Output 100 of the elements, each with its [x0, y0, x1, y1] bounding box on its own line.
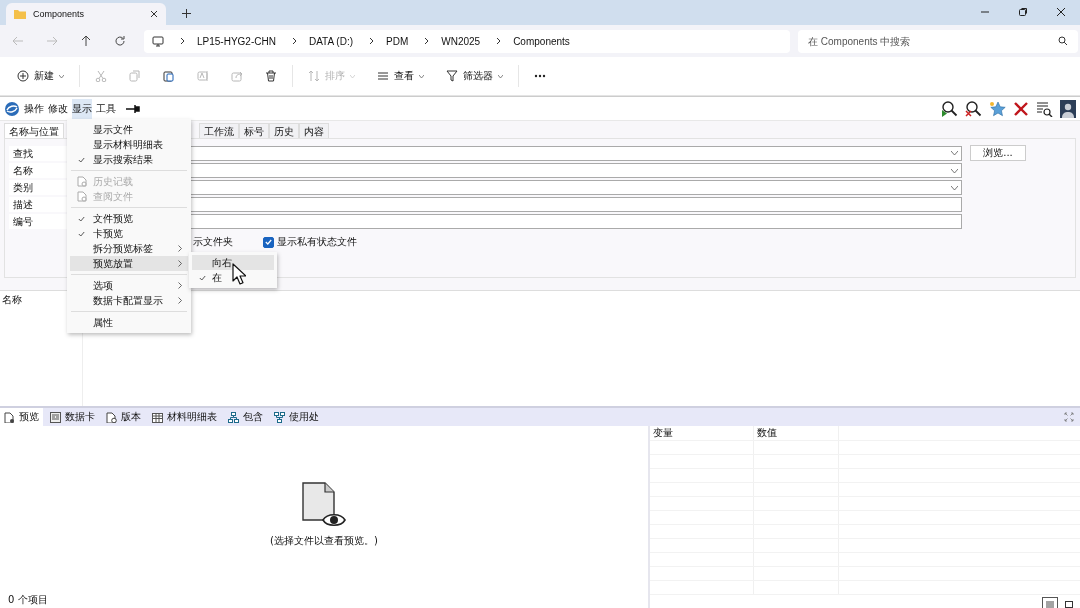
close-icon[interactable] — [1013, 100, 1029, 117]
document-icon — [76, 191, 87, 202]
checkmark-icon — [78, 215, 85, 222]
list-icon — [377, 70, 389, 82]
breadcrumb[interactable]: WN2025 — [441, 35, 481, 47]
caret-icon — [951, 185, 958, 190]
checkmark-icon — [198, 274, 206, 281]
menu-item[interactable]: 显示 — [72, 98, 92, 119]
avatar-icon[interactable] — [1060, 99, 1076, 118]
share-icon — [231, 70, 243, 82]
window-tab[interactable]: Components — [6, 3, 166, 25]
document-icon — [106, 411, 117, 423]
tab[interactable]: 历史 — [269, 123, 299, 138]
list-icon — [1045, 600, 1055, 608]
checkmark-icon — [78, 230, 85, 237]
checkbox-label: 显示私有状态文件 — [277, 235, 357, 249]
refresh-icon[interactable] — [114, 35, 126, 47]
address-field[interactable]: LP15-HYG2-CHN DATA (D:) PDM WN2025 Components — [144, 29, 790, 53]
document-icon — [76, 176, 87, 187]
menu-item[interactable]: 显示材料明细表 — [70, 137, 188, 152]
tab[interactable]: 包含 — [224, 408, 267, 426]
menu-item[interactable]: 向右 — [192, 255, 274, 270]
field-label: 类别 — [9, 180, 67, 195]
field-label: 描述 — [9, 197, 67, 212]
cursor-icon — [232, 263, 246, 285]
column-header: 变量 — [650, 426, 754, 440]
menu-item[interactable]: 选项 — [70, 278, 188, 293]
caret-icon — [951, 168, 958, 173]
tab[interactable]: 版本 — [102, 408, 145, 426]
menu-item[interactable]: 卡预览 — [70, 226, 188, 241]
browse-button[interactable]: 浏览... — [970, 145, 1026, 161]
menu-item[interactable]: 修改 — [48, 98, 68, 119]
document-eye-icon — [4, 411, 15, 423]
app-logo-icon — [4, 100, 20, 117]
chevron-icon — [496, 37, 502, 45]
field-label: 查找 — [9, 145, 67, 161]
menu-item[interactable]: 显示文件 — [70, 122, 188, 137]
tiles-view-button[interactable] — [1062, 598, 1076, 608]
menu-item[interactable]: 文件预览 — [70, 211, 188, 226]
star-icon[interactable] — [989, 100, 1006, 117]
tab[interactable]: 内容 — [299, 123, 329, 138]
computer-icon — [152, 35, 164, 47]
document-eye-icon — [301, 482, 347, 528]
checkmark-icon — [78, 156, 85, 163]
checkbox[interactable] — [263, 236, 274, 248]
trash-icon — [265, 70, 277, 82]
clipboard-icon — [163, 70, 175, 82]
folder-icon — [14, 9, 26, 19]
status-text: 0 个项目 — [8, 593, 48, 607]
tab[interactable]: 工作流 — [199, 123, 239, 138]
menu-item[interactable]: 属性 — [70, 315, 188, 330]
chevron-icon — [291, 37, 297, 45]
column-header: 名称 — [1, 293, 23, 307]
search-run-icon[interactable] — [941, 100, 958, 117]
tab[interactable]: 名称与位置 — [4, 123, 64, 138]
filter-button[interactable]: 筛选器 — [439, 65, 510, 87]
menu-item[interactable]: 数据卡配置显示 — [70, 293, 188, 308]
hierarchy-icon — [228, 411, 239, 423]
breadcrumb[interactable]: LP15-HYG2-CHN — [197, 35, 276, 47]
tab[interactable]: 数据卡 — [46, 408, 99, 426]
menu-item[interactable]: 拆分预览标签 — [70, 241, 188, 256]
new-button[interactable]: 新建 — [10, 65, 71, 87]
add-icon — [17, 70, 29, 82]
column-header: 数值 — [754, 426, 839, 440]
tab[interactable]: 使用处 — [270, 408, 323, 426]
breadcrumb[interactable]: DATA (D:) — [308, 35, 353, 47]
menu-item[interactable]: 显示搜索结果 — [70, 152, 188, 167]
tab[interactable]: 材料明细表 — [148, 408, 221, 426]
menu-item[interactable]: 预览放置 — [70, 256, 188, 271]
close-icon[interactable] — [150, 10, 158, 18]
up-icon[interactable] — [80, 35, 92, 47]
restore-icon[interactable] — [1018, 7, 1028, 17]
breadcrumb[interactable]: Components — [513, 35, 570, 47]
tab[interactable]: 标号 — [239, 123, 269, 138]
menu-item[interactable]: 在 — [192, 270, 274, 285]
table-icon — [152, 411, 163, 423]
menu-item[interactable]: 工具 — [96, 98, 116, 119]
card-icon — [50, 411, 61, 423]
hierarchy-icon — [274, 411, 285, 423]
copy-icon — [129, 70, 141, 82]
checkbox-label: 示文件夹 — [193, 235, 233, 249]
list-search-icon[interactable] — [1036, 100, 1053, 117]
menu-item[interactable]: 操作 — [24, 98, 44, 119]
breadcrumb[interactable]: PDM — [386, 35, 409, 47]
window-icon — [1064, 600, 1074, 608]
new-tab-icon[interactable] — [182, 9, 191, 18]
scissors-icon — [95, 70, 107, 82]
preview-message: (选择文件以查看预览。) — [270, 534, 378, 548]
search-field[interactable]: 在 Components 中搜索 — [798, 29, 1078, 53]
expand-icon[interactable] — [1064, 412, 1074, 422]
view-button[interactable]: 查看 — [370, 65, 431, 87]
chevron-icon — [369, 37, 374, 45]
sort-icon — [308, 70, 320, 82]
pin-icon[interactable] — [126, 103, 140, 114]
close-icon[interactable] — [1056, 7, 1066, 17]
rename-icon — [197, 70, 209, 82]
search-clear-icon[interactable] — [965, 100, 982, 117]
field-label: 名称 — [9, 163, 67, 178]
chevron-icon — [180, 37, 185, 45]
tab[interactable]: 预览 — [0, 408, 43, 426]
